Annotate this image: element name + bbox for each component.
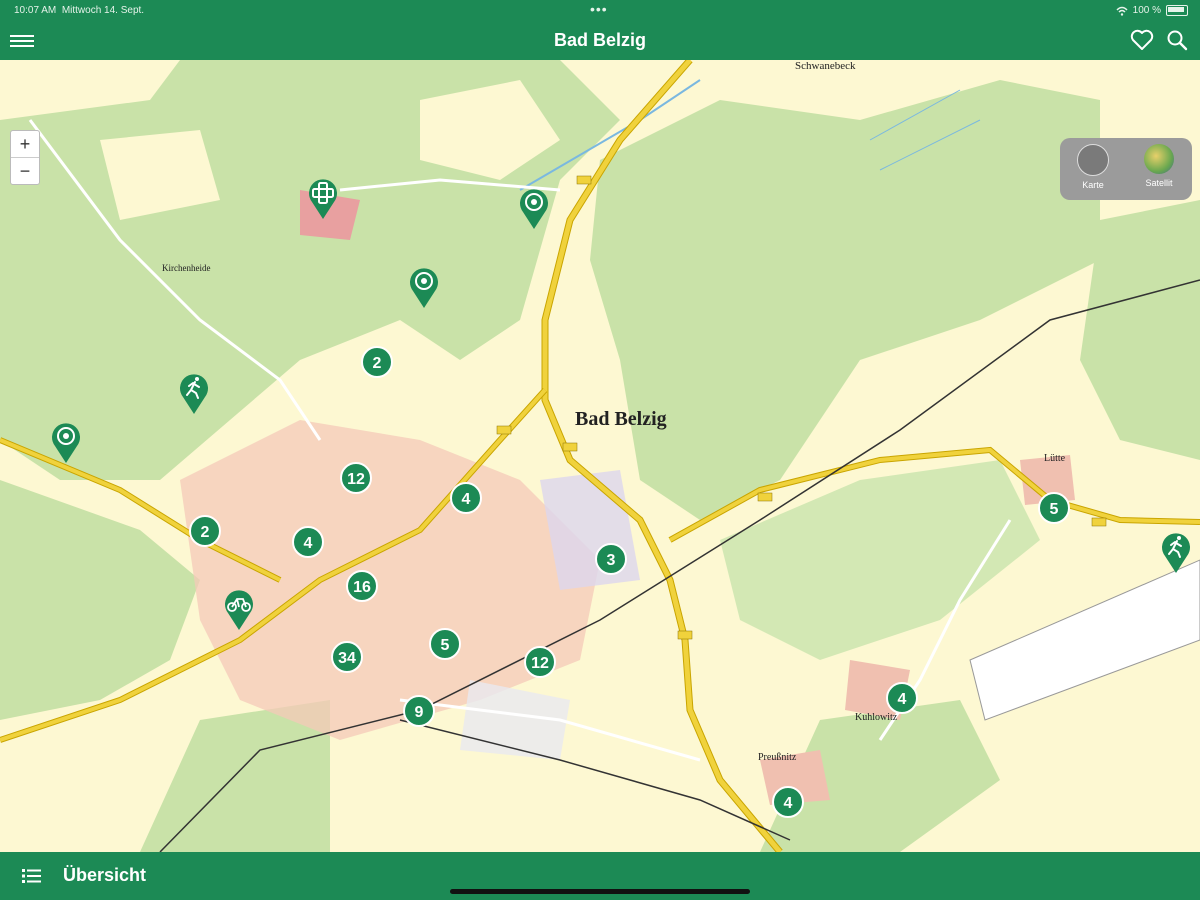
running-marker-icon[interactable] xyxy=(1159,530,1193,574)
medical-marker-icon[interactable] xyxy=(306,176,340,220)
layer-satellite-label: Satellit xyxy=(1145,178,1173,188)
cluster-marker[interactable]: 12 xyxy=(340,462,372,494)
zoom-in-button[interactable]: + xyxy=(11,131,39,158)
battery-percent: 100 % xyxy=(1132,5,1161,16)
top-bar: Bad Belzig xyxy=(0,22,1200,60)
village-label-schwanebeck: Schwanebeck xyxy=(795,60,856,72)
bottom-bar: Übersicht xyxy=(0,852,1200,900)
layer-map-button[interactable]: Karte xyxy=(1060,138,1126,200)
cluster-marker[interactable]: 4 xyxy=(292,526,324,558)
map-view[interactable]: Bad Belzig Schwanebeck Kirchenheide Lütt… xyxy=(0,60,1200,852)
heart-icon[interactable] xyxy=(1130,29,1154,51)
bicycle-marker-icon[interactable] xyxy=(222,587,256,631)
search-icon[interactable] xyxy=(1166,29,1188,51)
page-title: Bad Belzig xyxy=(553,30,646,50)
cluster-marker[interactable]: 4 xyxy=(772,786,804,818)
sight-marker-icon[interactable] xyxy=(49,420,83,464)
area-label-kirchenheide: Kirchenheide xyxy=(162,263,211,273)
cluster-marker[interactable]: 16 xyxy=(346,570,378,602)
cluster-marker[interactable]: 34 xyxy=(331,641,363,673)
running-marker-icon[interactable] xyxy=(177,371,211,415)
village-label-luette: Lütte xyxy=(1044,453,1066,464)
cluster-marker[interactable]: 2 xyxy=(189,515,221,547)
cluster-marker[interactable]: 5 xyxy=(1038,492,1070,524)
status-bar: 10:07 AM Mittwoch 14. Sept. ••• 100 % xyxy=(0,0,1200,22)
multitask-dots[interactable]: ••• xyxy=(590,1,608,17)
status-time: 10:07 AM Mittwoch 14. Sept. xyxy=(14,5,145,16)
overview-button[interactable]: Übersicht xyxy=(63,865,146,886)
cluster-marker[interactable]: 2 xyxy=(361,346,393,378)
sight-marker-icon[interactable] xyxy=(407,265,441,309)
zoom-control: + − xyxy=(10,130,40,185)
layer-switcher: Karte Satellit xyxy=(1060,138,1192,200)
satellite-layer-icon xyxy=(1144,144,1174,174)
status-right: 100 % xyxy=(1116,5,1188,16)
cluster-marker[interactable]: 5 xyxy=(429,628,461,660)
cluster-marker[interactable]: 9 xyxy=(403,695,435,727)
cluster-marker[interactable]: 3 xyxy=(595,543,627,575)
cluster-marker[interactable]: 4 xyxy=(886,682,918,714)
map-layer-icon xyxy=(1077,144,1109,176)
village-label-kuhlowitz: Kuhlowitz xyxy=(855,712,898,723)
sight-marker-icon[interactable] xyxy=(517,186,551,230)
layer-map-label: Karte xyxy=(1082,180,1104,190)
wifi-icon xyxy=(1116,6,1128,16)
map-basemap[interactable] xyxy=(0,60,1200,852)
cluster-marker[interactable]: 4 xyxy=(450,482,482,514)
battery-icon xyxy=(1166,5,1188,16)
list-icon[interactable] xyxy=(22,867,42,885)
town-label: Bad Belzig xyxy=(575,408,667,430)
zoom-out-button[interactable]: − xyxy=(11,158,39,184)
home-indicator[interactable] xyxy=(450,889,750,894)
cluster-marker[interactable]: 12 xyxy=(524,646,556,678)
layer-satellite-button[interactable]: Satellit xyxy=(1126,138,1192,200)
village-label-preussnitz: Preußnitz xyxy=(758,752,797,763)
